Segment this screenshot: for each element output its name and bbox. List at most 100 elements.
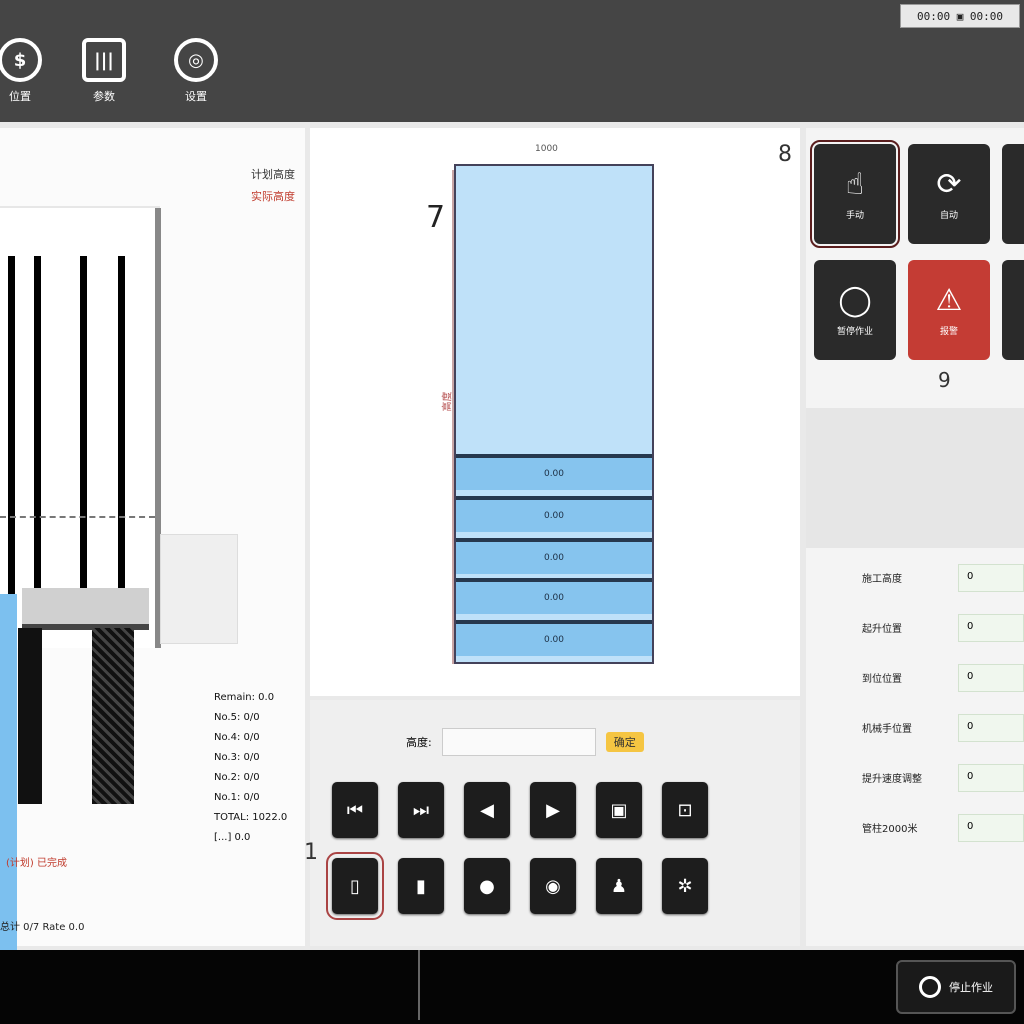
field-row: 提升速度调整 0	[806, 758, 1024, 798]
gear-button[interactable]: ✲	[662, 858, 708, 914]
stack-segment[interactable]: 0.00	[456, 620, 652, 656]
center-panel: 1000 7 高度 0.00 0.00 0.00 0.00 0.00	[310, 128, 800, 696]
field-value[interactable]: 0	[958, 664, 1024, 692]
readout-line: Remain: 0.0	[214, 692, 275, 703]
user-icon: ♟	[610, 875, 628, 897]
legend-actual: 实际高度	[251, 190, 295, 203]
field-label: 管柱2000米	[862, 824, 918, 835]
next-button[interactable]: ▶	[530, 782, 576, 838]
height-input-label: 高度:	[406, 736, 432, 749]
tile-caption: 自动	[939, 211, 958, 221]
status-tag: (计划) 已完成	[6, 858, 67, 869]
power-icon	[919, 976, 941, 998]
readout-list: Remain: 0.0 No.5: 0/0 No.4: 0/0 No.3: 0/…	[214, 688, 287, 848]
confirm-button[interactable]: 确定	[605, 732, 644, 752]
prev-button[interactable]: ◀	[464, 782, 510, 838]
frame-icon: ⊡	[677, 799, 693, 821]
file-icon: ▯	[350, 875, 360, 897]
pause-tile[interactable]: ◯ 暂停作业	[814, 260, 896, 360]
alarm-tile[interactable]: ⚠ 报警	[908, 260, 990, 360]
stack-segment[interactable]: 0.00	[456, 496, 652, 532]
field-label: 提升速度调整	[862, 774, 922, 785]
stop-icon: ◯	[838, 283, 872, 318]
right-spacer	[806, 408, 1024, 548]
field-label: 到位位置	[862, 674, 902, 685]
extra-tile[interactable]	[1002, 144, 1024, 244]
height-input[interactable]	[441, 728, 596, 756]
right-post	[92, 628, 134, 804]
document-icon: ▮	[416, 875, 426, 897]
legend-planned: 计划高度	[251, 168, 295, 181]
auto-mode-tile[interactable]: ⟳ 自动	[908, 144, 990, 244]
gear-icon: ✲	[677, 875, 693, 897]
settings-button[interactable]: ◎ 设置	[166, 38, 226, 120]
circle-icon: ●	[479, 875, 495, 897]
callout-8: 8	[778, 142, 792, 167]
left-panel: 计划高度 实际高度 Remain: 0.0 No.5: 0/0 No.4: 0/…	[0, 128, 305, 964]
field-value[interactable]: 0	[958, 714, 1024, 742]
readout-line: No.5: 0/0	[214, 712, 260, 723]
skip-first-icon: ⏮	[346, 799, 364, 821]
level-line	[0, 516, 155, 518]
readout-line: [...] 0.0	[214, 832, 251, 843]
position-button[interactable]: $ 位置	[0, 38, 50, 120]
readout-line: No.1: 0/0	[214, 792, 260, 803]
field-value[interactable]: 0	[958, 564, 1024, 592]
sliders-icon: |||	[82, 38, 126, 82]
alarm-icon: ⚠	[935, 283, 963, 318]
target-icon: ◉	[545, 875, 561, 897]
readout-line: No.2: 0/0	[214, 772, 260, 783]
square-button[interactable]: ▣	[596, 782, 642, 838]
document-button[interactable]: ▮	[398, 858, 444, 914]
parameters-button[interactable]: ||| 参数	[74, 38, 134, 120]
info-box	[160, 534, 238, 644]
field-row: 机械手位置 0	[806, 708, 1024, 748]
tile-caption: 暂停作业	[836, 327, 873, 337]
status-display: 00:00 ▣ 00:00	[900, 4, 1020, 28]
rail-4	[118, 256, 125, 616]
circle-button[interactable]: ●	[464, 858, 510, 914]
next-icon: ▶	[546, 799, 560, 821]
skip-last-button[interactable]: ⏭	[398, 782, 444, 838]
readout-line: No.3: 0/0	[214, 752, 260, 763]
field-value[interactable]: 0	[958, 764, 1024, 792]
left-post	[18, 628, 42, 804]
bottom-bar: 停止作业	[0, 950, 1024, 1024]
stop-job-label: 停止作业	[949, 981, 993, 994]
field-row: 施工高度 0	[806, 558, 1024, 598]
field-row: 起升位置 0	[806, 608, 1024, 648]
control-panel: 高度: 确定 1 ⏮ ⏭ ◀ ▶ ▣ ⊡ ▯ ▮ ● ◉ ♟ ✲	[304, 700, 800, 946]
rail-1	[8, 256, 15, 616]
skip-last-icon: ⏭	[412, 799, 430, 821]
settings-icon: ◎	[174, 38, 218, 82]
position-label: 位置	[9, 90, 31, 103]
tile-caption: 报警	[939, 327, 958, 337]
field-row: 到位位置 0	[806, 658, 1024, 698]
readout-line: No.4: 0/0	[214, 732, 260, 743]
stack-segment[interactable]: 0.00	[456, 578, 652, 614]
field-value[interactable]: 0	[958, 814, 1024, 842]
layer-stack: 0.00 0.00 0.00 0.00 0.00	[454, 164, 654, 664]
file-button[interactable]: ▯	[326, 852, 384, 920]
skip-first-button[interactable]: ⏮	[332, 782, 378, 838]
top-toolbar: $ 位置 ||| 参数 ◎ 设置 00:00 ▣ 00:00	[0, 0, 1024, 122]
stack-segment[interactable]: 0.00	[456, 454, 652, 490]
callout-1: 1	[304, 840, 318, 865]
frame-button[interactable]: ⊡	[662, 782, 708, 838]
target-button[interactable]: ◉	[530, 858, 576, 914]
stop-job-button[interactable]: 停止作业	[896, 960, 1016, 1014]
field-label: 机械手位置	[862, 724, 912, 735]
manual-mode-tile[interactable]: ☝ 手动	[810, 140, 900, 248]
extra-tile-2[interactable]	[1002, 260, 1024, 360]
settings-label: 设置	[185, 90, 207, 103]
stack-segment[interactable]: 0.00	[456, 538, 652, 574]
square-icon: ▣	[610, 799, 628, 821]
gauge-rails	[0, 208, 161, 648]
field-value[interactable]: 0	[958, 614, 1024, 642]
readout-line: TOTAL: 1022.0	[214, 812, 288, 823]
left-footer-text: 总计 0/7 Rate 0.0	[0, 922, 85, 933]
callout-7: 7	[426, 200, 446, 235]
rail-2	[34, 256, 41, 616]
user-button[interactable]: ♟	[596, 858, 642, 914]
refresh-icon: ⟳	[936, 167, 962, 202]
